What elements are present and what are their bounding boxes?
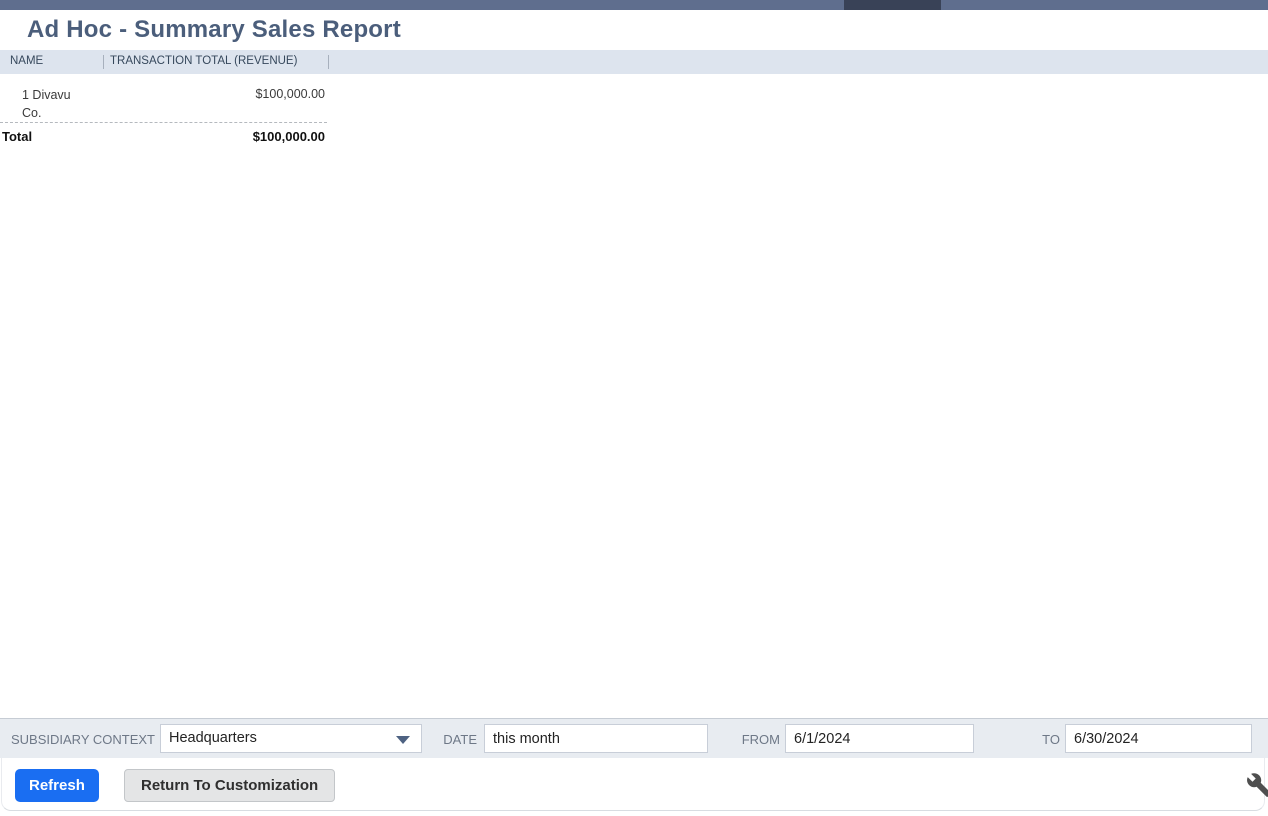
table-total-value: $100,000.00 [252, 129, 325, 144]
top-nav-active-segment [844, 0, 941, 10]
to-label: TO [1042, 732, 1060, 747]
wrench-icon[interactable] [1246, 772, 1268, 798]
table-total-label: Total [2, 129, 33, 144]
to-date-input[interactable] [1065, 724, 1252, 753]
column-header-name[interactable]: NAME [10, 55, 43, 67]
date-label: DATE [443, 732, 477, 747]
from-date-input[interactable] [785, 724, 974, 753]
subsidiary-context-label: SUBSIDIARY CONTEXT [11, 732, 155, 747]
column-divider [103, 55, 104, 69]
table-row-customer-name[interactable]: 1 Divavu Co. [22, 86, 86, 122]
column-divider [328, 55, 329, 69]
column-header-transaction-total[interactable]: TRANSACTION TOTAL (REVENUE) [110, 55, 297, 67]
refresh-button[interactable]: Refresh [15, 769, 99, 802]
page-title: Ad Hoc - Summary Sales Report [27, 16, 401, 43]
table-header-row: NAME TRANSACTION TOTAL (REVENUE) [0, 50, 1268, 74]
caret-down-icon [396, 736, 410, 744]
row-divider [0, 122, 327, 123]
top-nav-bar [0, 0, 1268, 10]
table-row-revenue-value[interactable]: $100,000.00 [175, 87, 325, 101]
subsidiary-context-dropdown[interactable]: Headquarters [160, 724, 422, 753]
subsidiary-context-value: Headquarters [169, 730, 257, 746]
date-input[interactable] [484, 724, 708, 753]
from-label: FROM [741, 732, 780, 747]
return-to-customization-button[interactable]: Return To Customization [124, 769, 336, 802]
